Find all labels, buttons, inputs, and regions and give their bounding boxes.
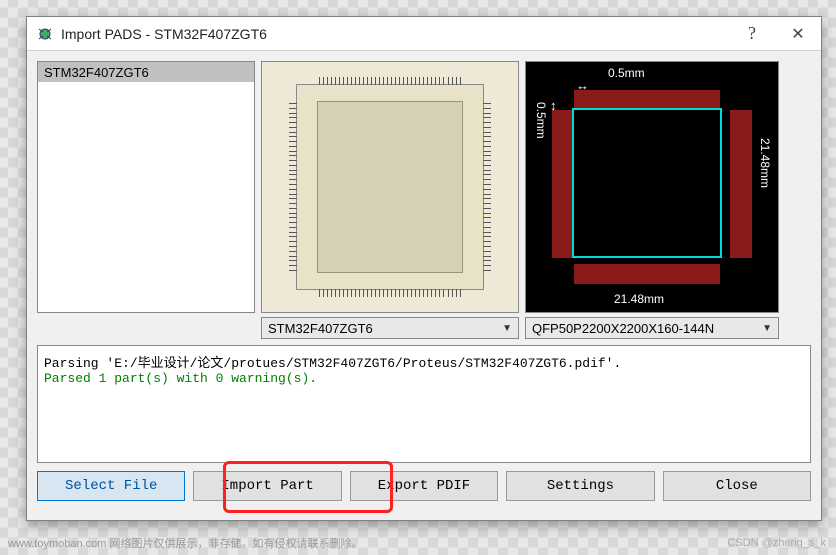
dim-bottom: 21.48mm — [614, 292, 664, 306]
dim-left: 0.5mm — [534, 102, 548, 139]
titlebar: Import PADS - STM32F407ZGT6 ? ✕ — [27, 17, 821, 51]
close-button[interactable]: Close — [663, 471, 811, 501]
dialog: Import PADS - STM32F407ZGT6 ? ✕ STM32F40… — [26, 16, 822, 521]
content-area: STM32F407ZGT6 0.5mm 0.5mm 21 — [27, 51, 821, 520]
schematic-select-text: STM32F407ZGT6 — [268, 321, 373, 336]
parts-list[interactable]: STM32F407ZGT6 — [37, 61, 255, 313]
app-icon — [37, 26, 53, 42]
footprint-preview: 0.5mm 0.5mm 21.48mm 21.48mm ↔ ↕ — [525, 61, 779, 313]
watermark-text: www.toymoban.com 网络图片仅供展示，非存储。如有侵权请联系删除。 — [8, 535, 362, 551]
schematic-select[interactable]: STM32F407ZGT6 ▼ — [261, 317, 519, 339]
log-line: Parsing 'E:/毕业设计/论文/protues/STM32F407ZGT… — [44, 356, 621, 371]
export-pdif-button[interactable]: Export PDIF — [350, 471, 498, 501]
chevron-down-icon: ▼ — [762, 323, 772, 334]
preview-row: STM32F407ZGT6 0.5mm 0.5mm 21 — [37, 61, 811, 313]
schematic-preview — [261, 61, 519, 313]
import-part-button[interactable]: Import Part — [193, 471, 341, 501]
list-item[interactable]: STM32F407ZGT6 — [38, 62, 254, 82]
chip-symbol — [296, 84, 484, 290]
button-row: Select File Import Part Export PDIF Sett… — [37, 471, 811, 511]
close-window-button[interactable]: ✕ — [775, 17, 821, 51]
settings-button[interactable]: Settings — [506, 471, 654, 501]
dim-right: 21.48mm — [758, 138, 772, 188]
log-output: Parsing 'E:/毕业设计/论文/protues/STM32F407ZGT… — [37, 345, 811, 463]
help-button[interactable]: ? — [729, 17, 775, 51]
chevron-down-icon: ▼ — [502, 323, 512, 334]
combo-row: STM32F407ZGT6 ▼ QFP50P2200X2200X160-144N… — [37, 317, 811, 339]
credit-text: CSDN @zheng_s_k — [727, 537, 826, 549]
dim-top: 0.5mm — [608, 66, 645, 80]
log-line: Parsed 1 part(s) with 0 warning(s). — [44, 371, 317, 386]
select-file-button[interactable]: Select File — [37, 471, 185, 501]
footprint-select-text: QFP50P2200X2200X160-144N — [532, 321, 714, 336]
window-title: Import PADS - STM32F407ZGT6 — [61, 26, 729, 42]
footprint-select[interactable]: QFP50P2200X2200X160-144N ▼ — [525, 317, 779, 339]
